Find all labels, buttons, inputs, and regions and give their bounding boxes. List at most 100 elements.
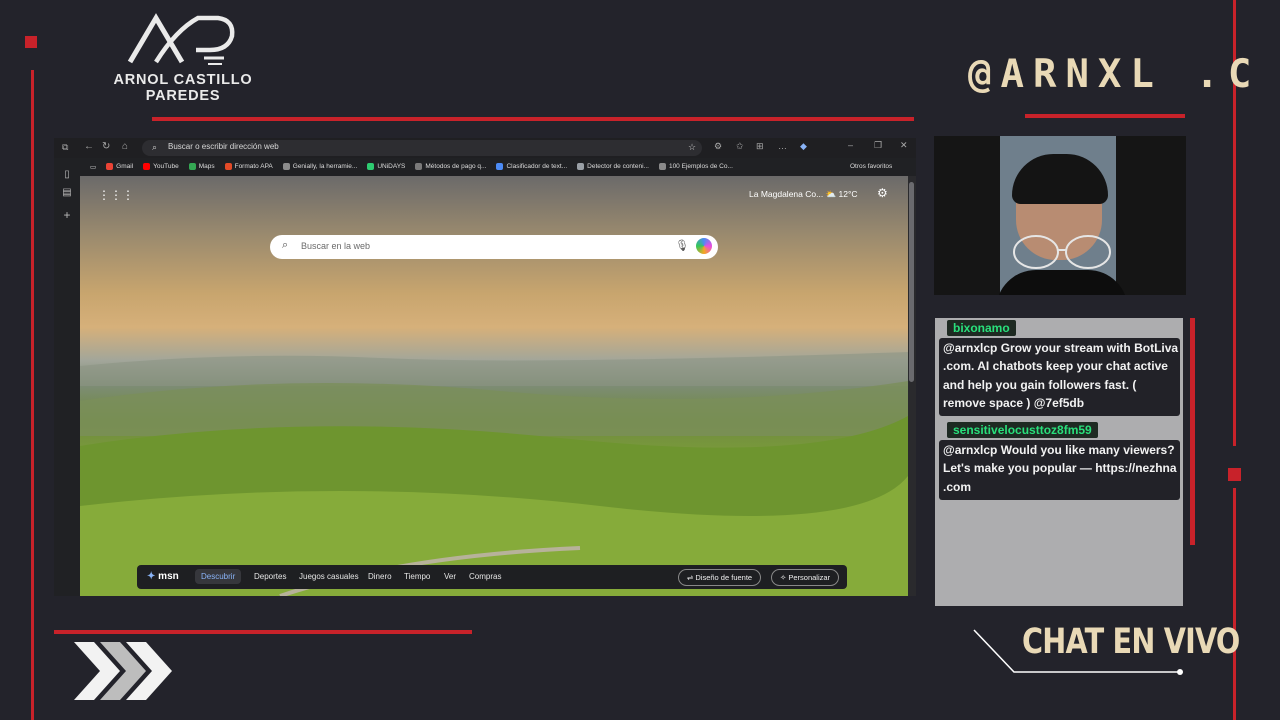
bookmark-item[interactable]: UNiDAYS [367, 163, 405, 170]
decor-square-right [1228, 468, 1241, 481]
address-placeholder: Buscar o escribir dirección web [168, 142, 279, 151]
bookmark-item[interactable]: Maps [188, 163, 215, 170]
microphone-icon[interactable]: 🎙 [675, 239, 689, 252]
home-icon[interactable]: ⌂ [122, 141, 128, 152]
decor-square-top-left [25, 36, 37, 48]
bookmark-favicon-icon [658, 163, 666, 170]
apps-grid-icon[interactable]: ⋮⋮⋮ [98, 188, 134, 202]
webcam-glasses [1013, 235, 1111, 269]
search-icon: ⌕ [152, 142, 158, 152]
page-scrollbar[interactable] [908, 176, 916, 596]
msn-logo[interactable]: ✦ msn [147, 571, 179, 582]
tab-page-icon[interactable]: ▯ [62, 170, 72, 180]
other-favorites[interactable]: Otros favoritos [850, 163, 892, 170]
msn-label: msn [158, 571, 179, 582]
weather-widget[interactable]: La Magdalena Co... ⛅ 12°C [749, 189, 858, 200]
bookmark-item[interactable]: YouTube [143, 163, 179, 170]
streamer-handle: @ARNXL .C [968, 52, 1261, 97]
favorites-icon[interactable]: ✩ [736, 141, 744, 152]
more-options-icon[interactable]: … [778, 141, 787, 151]
bookmark-favicon-icon [188, 163, 196, 170]
address-bar[interactable]: ⌕ Buscar o escribir dirección web ☆ [142, 140, 702, 156]
weather-cloud-icon: ⛅ [825, 189, 839, 199]
bookmark-favicon-icon [415, 163, 423, 170]
msn-butterfly-icon: ✦ [147, 571, 156, 582]
search-icon: ⌕ [282, 239, 289, 251]
nav-tiempo[interactable]: Tiempo [404, 572, 430, 581]
tab-actions-icon[interactable]: ⧉ [62, 142, 68, 153]
extensions-icon[interactable]: ⚙ [714, 141, 722, 152]
weather-location: La Magdalena Co... [749, 189, 824, 199]
brand-name: ARNOL CASTILLO PAREDES [100, 72, 266, 104]
new-tab-plus-icon[interactable]: + [62, 209, 72, 221]
chevrons-arrow-icon [74, 642, 172, 700]
close-icon[interactable]: ✕ [900, 140, 908, 151]
browser-window: ⧉ ← ↻ ⌂ ⌕ Buscar o escribir dirección we… [54, 138, 916, 596]
back-icon[interactable]: ← [84, 141, 94, 152]
personalize-button[interactable]: ✧ Personalizar [771, 569, 840, 586]
bookmark-label: Genially, la herramie... [292, 163, 358, 170]
decor-bar-bottom [54, 630, 472, 634]
bookmarks-toggle-icon[interactable]: ▭ [90, 163, 96, 171]
nav-descubrir[interactable]: Descubrir [195, 569, 242, 584]
nav-deportes[interactable]: Deportes [254, 572, 286, 581]
bookmark-label: Maps [198, 163, 215, 170]
decor-bar-handle [1025, 114, 1185, 118]
webcam-feed [934, 136, 1186, 295]
bookmark-item[interactable]: Gmail [106, 163, 133, 170]
bookmark-favicon-icon [282, 163, 290, 170]
nav-compras[interactable]: Compras [469, 572, 501, 581]
chat-username: bixonamo [947, 320, 1016, 336]
copilot-icon[interactable]: ◆ [800, 141, 807, 152]
vertical-tabs-rail: ▯ ▤ + [54, 158, 80, 596]
nav-dinero[interactable]: Dinero [368, 572, 392, 581]
bookmark-item[interactable]: Clasificador de text... [496, 163, 567, 170]
bookmark-item[interactable]: Detector de conteni... [577, 163, 649, 170]
decor-line-right-lower [1233, 488, 1236, 720]
favorite-star-icon[interactable]: ☆ [688, 142, 696, 153]
bookmark-label: Detector de conteni... [587, 163, 649, 170]
chat-message-text: @arnxlcp Grow your stream with BotLiva .… [943, 341, 1179, 410]
copilot-search-icon[interactable] [696, 238, 712, 254]
restore-icon[interactable]: ❐ [874, 140, 882, 151]
msn-feed-bar: ✦ msn Descubrir Deportes Juegos casuales… [137, 565, 847, 589]
logo-mark-icon [127, 13, 235, 65]
brand-name-line2: PAREDES [145, 88, 221, 104]
bookmark-label: Formato APA [234, 163, 273, 170]
bookmark-label: Métodos de pago q... [425, 163, 487, 170]
bookmarks-bar: ▭ Gmail YouTube Maps Formato APA Genially, l… [80, 158, 916, 175]
live-chat-panel: @arnxlcp Grow your stream with BotLiva .… [935, 318, 1183, 606]
refresh-icon[interactable]: ↻ [102, 141, 110, 152]
chat-username: sensitivelocusttoz8fm59 [947, 422, 1098, 438]
bookmark-item[interactable]: 100 Ejemplos de Co... [658, 163, 733, 170]
bookmark-item[interactable]: Formato APA [224, 163, 273, 170]
bookmark-label: Gmail [116, 163, 134, 170]
minimize-icon[interactable]: – [848, 140, 853, 150]
chat-message: @arnxlcp Grow your stream with BotLiva .… [939, 338, 1180, 416]
nav-juegos-casuales[interactable]: Juegos casuales [299, 572, 359, 581]
web-search-placeholder: Buscar en la web [301, 241, 371, 251]
bookmark-favicon-icon [367, 163, 375, 170]
brand-name-line1: ARNOL CASTILLO [113, 72, 253, 88]
weather-temp: 12°C [838, 189, 858, 199]
page-settings-gear-icon[interactable]: ⚙ [877, 186, 888, 200]
nav-ver[interactable]: Ver [444, 572, 456, 581]
feed-layout-button[interactable]: ⇌ Diseño de fuente [678, 569, 762, 586]
scroll-thumb[interactable] [909, 182, 914, 382]
decor-chat-bar [1190, 318, 1195, 545]
bookmark-favicon-icon [577, 163, 585, 170]
bookmark-label: YouTube [153, 163, 179, 170]
decor-bar-top [152, 117, 914, 121]
collections-icon[interactable]: ⊞ [756, 141, 764, 152]
bookmark-label: 100 Ejemplos de Co... [668, 163, 733, 170]
bookmark-item[interactable]: Métodos de pago q... [415, 163, 486, 170]
chat-title: CHAT EN VIVO [1022, 622, 1240, 662]
decor-line-left [31, 70, 34, 720]
tab-newtab-icon[interactable]: ▤ [62, 188, 72, 198]
web-search-box[interactable]: ⌕ Buscar en la web 🎙 [270, 235, 718, 259]
feed-layout-label: Diseño de fuente [695, 573, 753, 582]
bookmark-favicon-icon [496, 163, 504, 170]
bookmark-item[interactable]: Genially, la herramie... [282, 163, 358, 170]
personalize-label: Personalizar [788, 573, 831, 582]
bookmark-label: UNiDAYS [377, 163, 406, 170]
